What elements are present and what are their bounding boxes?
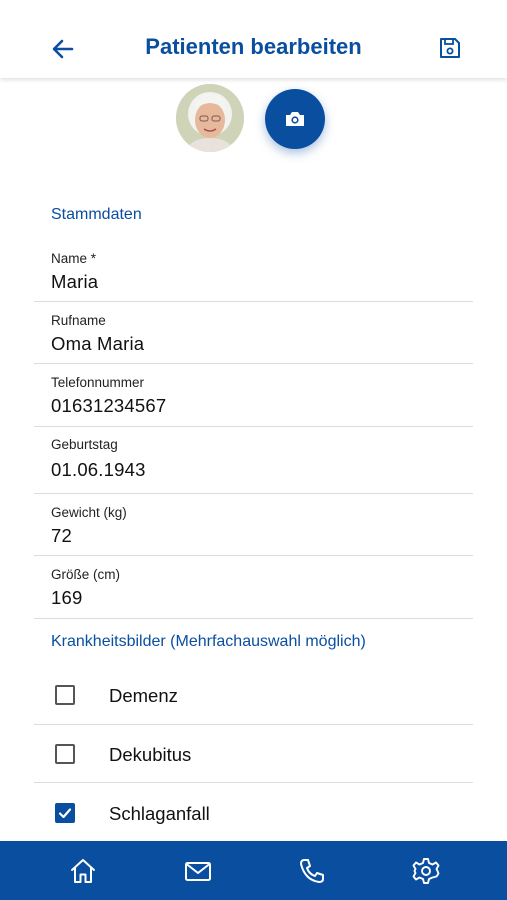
name-field[interactable]: Name * Maria — [34, 240, 473, 302]
bottom-navigation — [0, 841, 507, 900]
field-value: Maria — [51, 271, 99, 292]
checkbox-row-dekubitus[interactable]: Dekubitus — [34, 725, 473, 783]
field-label: Rufname — [51, 313, 106, 328]
rufname-field[interactable]: Rufname Oma Maria — [34, 302, 473, 364]
field-label: Telefonnummer — [51, 375, 145, 390]
patient-avatar — [176, 84, 244, 152]
geburtstag-field[interactable]: Geburtstag 01.06.1943 — [34, 427, 473, 494]
telefonnummer-field[interactable]: Telefonnummer 01631234567 — [34, 364, 473, 427]
field-value: 169 — [51, 587, 83, 608]
field-value: 01.06.1943 — [51, 459, 146, 480]
checkbox-checked[interactable] — [55, 803, 75, 823]
checkbox-label: Dekubitus — [109, 744, 192, 765]
checkbox-row-schlaganfall[interactable]: Schlaganfall — [34, 783, 473, 841]
section-title-stammdaten: Stammdaten — [51, 206, 142, 223]
field-label: Gewicht (kg) — [51, 505, 127, 520]
settings-icon[interactable] — [411, 856, 441, 886]
phone-icon[interactable] — [297, 856, 327, 886]
gewicht-field[interactable]: Gewicht (kg) 72 — [34, 494, 473, 556]
page-title: Patienten bearbeiten — [145, 34, 362, 59]
camera-icon — [283, 107, 307, 131]
checkbox-label: Demenz — [109, 685, 178, 706]
camera-button[interactable] — [265, 89, 325, 149]
checkbox-row-demenz[interactable]: Demenz — [34, 667, 473, 725]
field-label: Geburtstag — [51, 437, 118, 452]
field-value: 01631234567 — [51, 395, 167, 416]
checkbox[interactable] — [55, 744, 75, 764]
groesse-field[interactable]: Größe (cm) 169 — [34, 556, 473, 619]
field-label: Name * — [51, 251, 97, 266]
checkbox-label: Schlaganfall — [109, 803, 210, 824]
field-value: Oma Maria — [51, 333, 145, 354]
checkmark-icon — [58, 808, 72, 819]
checkbox[interactable] — [55, 685, 75, 705]
field-label: Größe (cm) — [51, 567, 120, 582]
field-value: 72 — [51, 525, 72, 546]
mail-icon[interactable] — [183, 856, 213, 886]
floppy-disk-icon[interactable] — [436, 34, 464, 62]
home-icon[interactable] — [68, 856, 98, 886]
app-header: Patienten bearbeiten — [0, 0, 507, 78]
section-title-krankheitsbilder: Krankheitsbilder (Mehrfachauswahl möglic… — [51, 633, 366, 650]
